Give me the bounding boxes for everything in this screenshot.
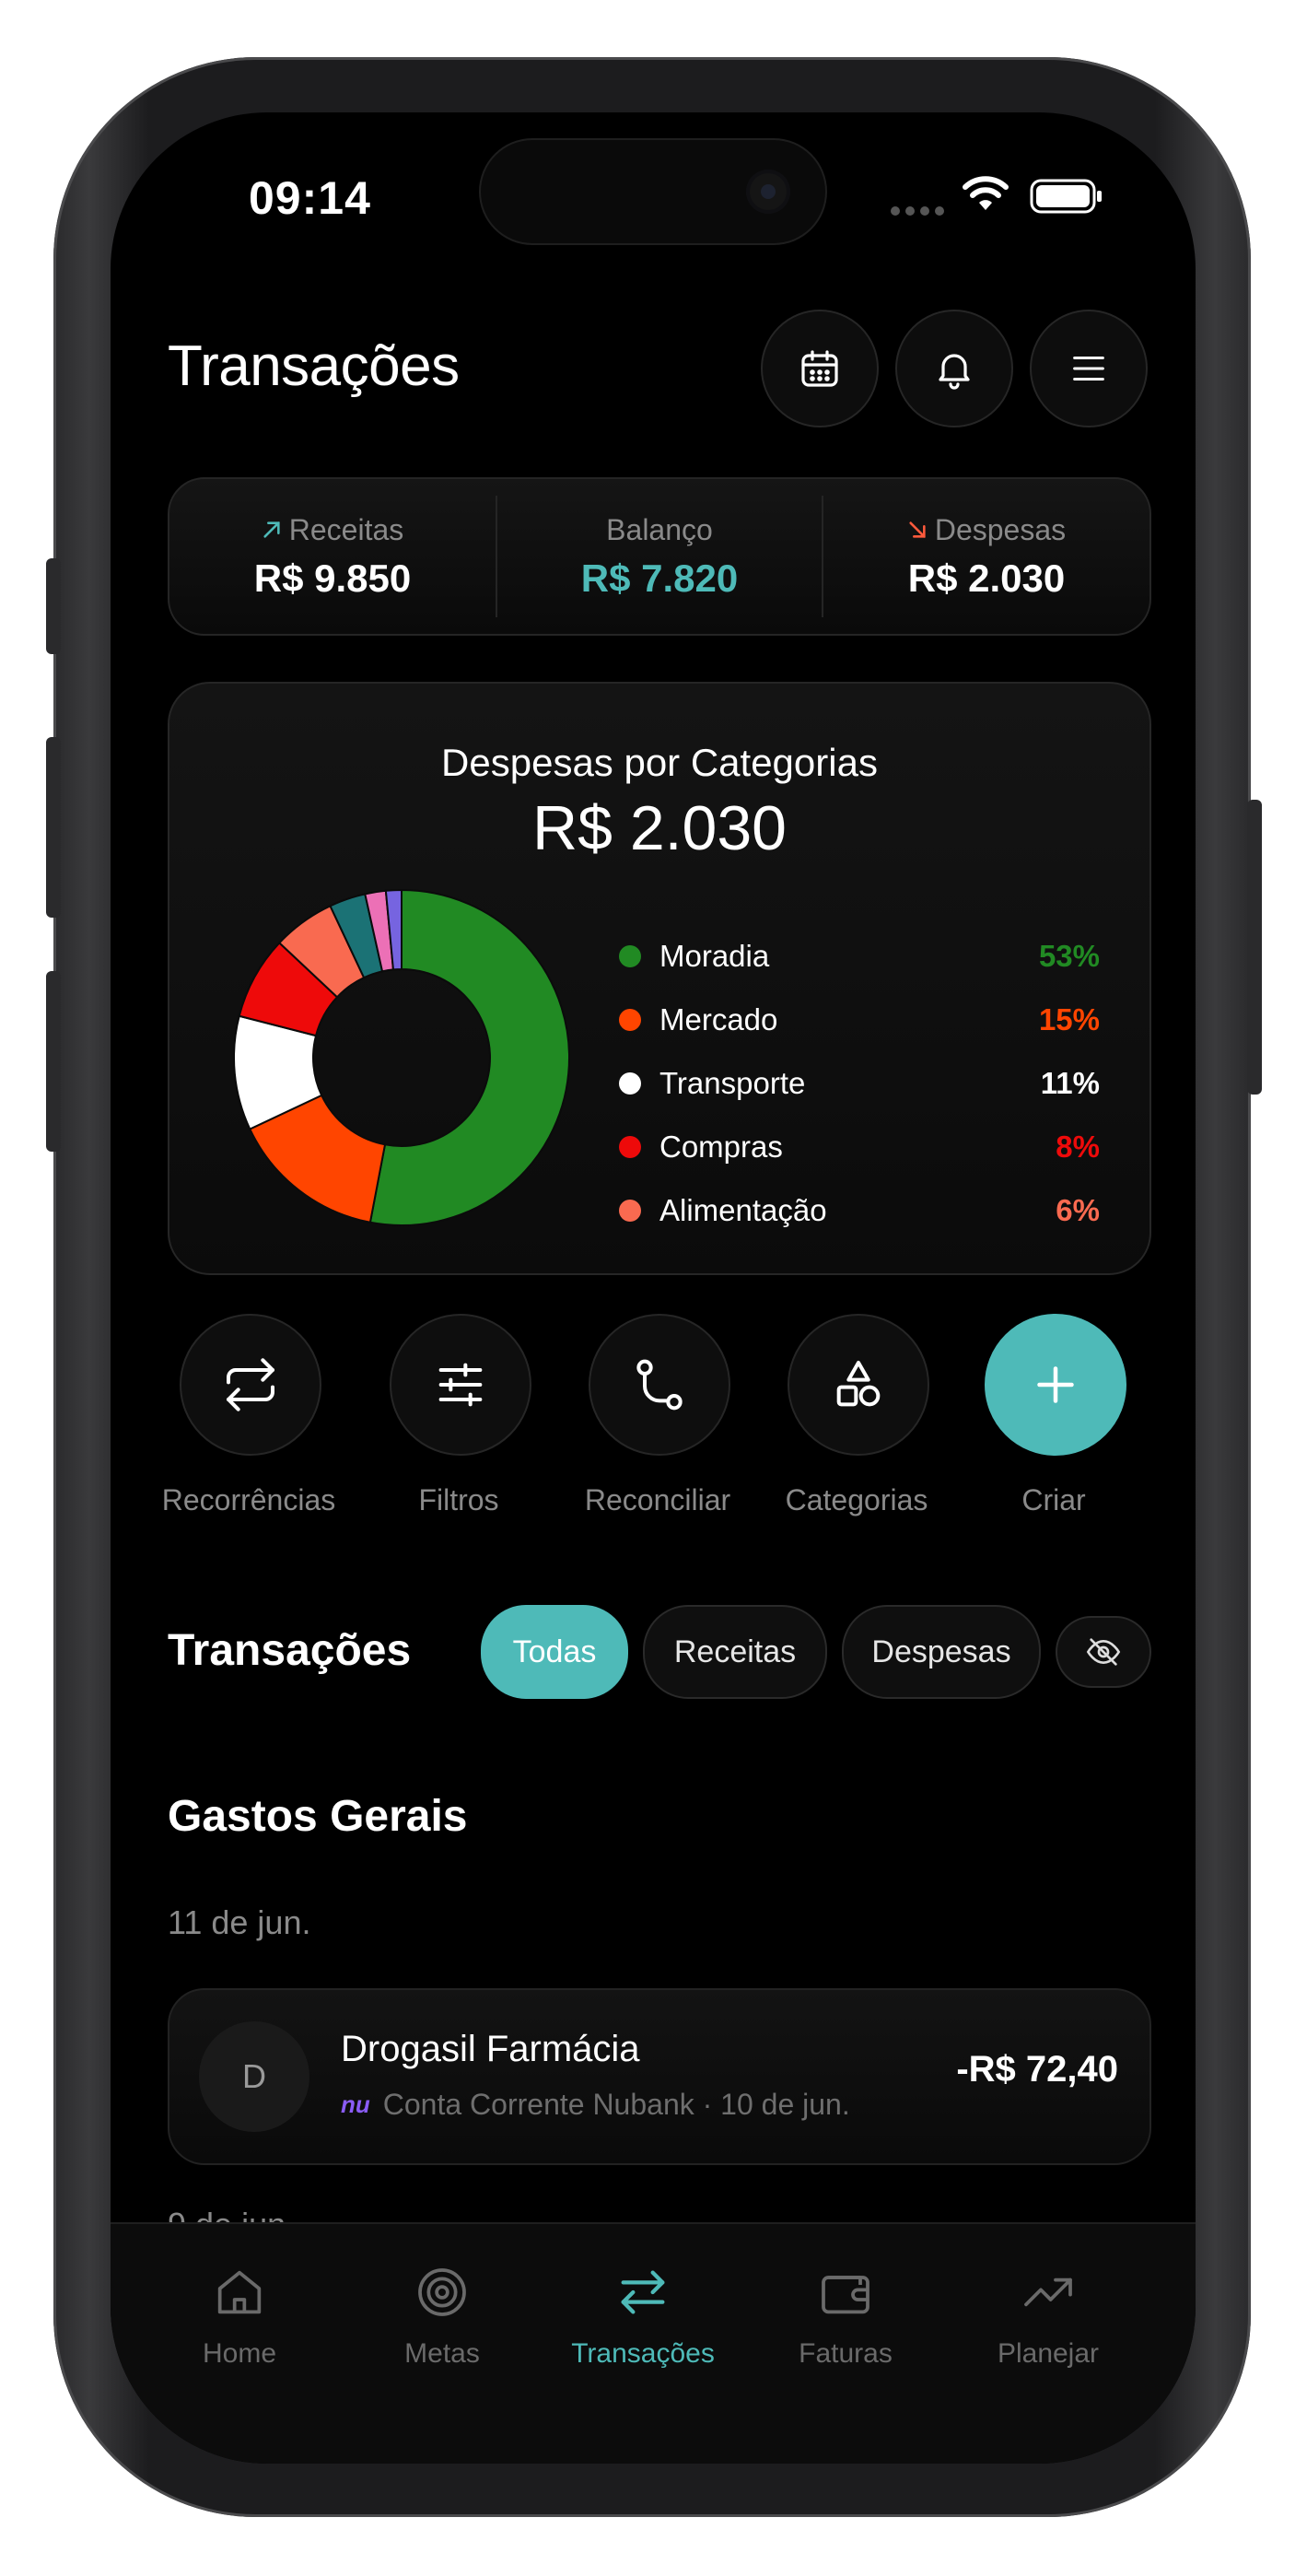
categories-title: Despesas por Categorias bbox=[441, 741, 878, 784]
calendar-button[interactable] bbox=[761, 310, 879, 427]
route-icon bbox=[630, 1355, 689, 1414]
nav-label: Home bbox=[202, 2338, 277, 2369]
legend-item: Mercado 15% bbox=[619, 989, 1100, 1051]
screen: 09:14 Transações Receitas R$ 9.850 Balan… bbox=[111, 112, 1196, 2464]
transaction-account: Conta Corrente Nubank · 10 de jun. bbox=[382, 2088, 850, 2121]
action-label: Categorias bbox=[785, 1483, 928, 1516]
action-shapes-button[interactable] bbox=[788, 1314, 929, 1456]
legend-dot bbox=[619, 1072, 641, 1095]
eye-off-icon bbox=[1086, 1638, 1121, 1666]
volume-up-button bbox=[46, 737, 61, 918]
nav-home[interactable]: Home bbox=[138, 2224, 341, 2408]
nav-label: Planejar bbox=[997, 2338, 1100, 2369]
filter-income-chip[interactable]: Receitas bbox=[643, 1605, 827, 1699]
balance-summary[interactable]: Balanço R$ 7.820 bbox=[497, 479, 822, 634]
expenses-value: R$ 2.030 bbox=[907, 556, 1066, 600]
nav-plan[interactable]: Planejar bbox=[947, 2224, 1149, 2408]
legend-percent: 15% bbox=[1038, 1002, 1100, 1036]
legend-item: Compras 8% bbox=[619, 1116, 1100, 1178]
calendar-icon bbox=[801, 350, 838, 387]
signal-icon bbox=[890, 205, 945, 216]
volume-down-button bbox=[46, 971, 61, 1152]
legend-label: Mercado bbox=[659, 1002, 778, 1036]
arrow-up-right-icon bbox=[263, 521, 280, 538]
legend-dot bbox=[619, 1009, 641, 1031]
repeat-icon bbox=[221, 1355, 280, 1414]
nubank-logo-icon: nu bbox=[341, 2090, 370, 2118]
arrows-icon bbox=[621, 2270, 665, 2314]
nav-label: Faturas bbox=[799, 2338, 893, 2369]
balance-label: Balanço bbox=[606, 512, 713, 546]
action-plus-button[interactable] bbox=[985, 1314, 1126, 1456]
action-repeat-button[interactable] bbox=[180, 1314, 321, 1456]
filter-all-chip[interactable]: Todas bbox=[481, 1605, 628, 1699]
power-button bbox=[1247, 800, 1262, 1095]
group-title: Gastos Gerais bbox=[168, 1792, 468, 1841]
legend-label: Transporte bbox=[659, 1066, 806, 1100]
target-icon bbox=[418, 2268, 466, 2316]
bottom-nav: Home Metas Transações Faturas Planejar bbox=[111, 2222, 1196, 2464]
plus-icon bbox=[1028, 1357, 1083, 1412]
action-label: Reconciliar bbox=[584, 1483, 731, 1516]
home-icon bbox=[217, 2270, 262, 2314]
income-summary[interactable]: Receitas R$ 9.850 bbox=[169, 479, 496, 634]
legend-percent: 6% bbox=[1056, 1193, 1100, 1227]
legend-percent: 53% bbox=[1038, 939, 1100, 973]
legend-percent: 11% bbox=[1040, 1066, 1100, 1100]
action-label: Criar bbox=[1021, 1483, 1086, 1516]
action-label: Filtros bbox=[418, 1483, 499, 1516]
categories-card[interactable]: Despesas por Categorias R$ 2.030 Moradia… bbox=[168, 682, 1151, 1275]
legend-item: Transporte 11% bbox=[619, 1052, 1100, 1115]
battery-icon bbox=[1030, 179, 1103, 218]
filter-expenses-chip[interactable]: Despesas bbox=[842, 1605, 1041, 1699]
arrow-down-right-icon bbox=[909, 521, 926, 538]
legend-dot bbox=[619, 1200, 641, 1222]
income-label: Receitas bbox=[288, 512, 404, 546]
nav-bills[interactable]: Faturas bbox=[744, 2224, 947, 2408]
transaction-amount: -R$ 72,40 bbox=[956, 2049, 1118, 2090]
trending-icon bbox=[1024, 2277, 1072, 2307]
transactions-title: Transações bbox=[168, 1626, 412, 1675]
nav-transactions[interactable]: Transações bbox=[542, 2224, 744, 2408]
legend-item: Alimentação 6% bbox=[619, 1179, 1100, 1242]
categories-total: R$ 2.030 bbox=[532, 793, 787, 863]
nav-label: Metas bbox=[404, 2338, 480, 2369]
donut-chart bbox=[233, 888, 570, 1226]
action-label: Recorrências bbox=[161, 1483, 336, 1516]
shapes-icon bbox=[829, 1355, 888, 1414]
date-label: 11 de jun. bbox=[168, 1903, 311, 1941]
page-title: Transações bbox=[168, 334, 460, 398]
bell-icon bbox=[939, 354, 970, 390]
income-value: R$ 9.850 bbox=[253, 556, 412, 600]
legend-label: Alimentação bbox=[659, 1193, 827, 1227]
expenses-summary[interactable]: Despesas R$ 2.030 bbox=[823, 479, 1149, 634]
balance-value: R$ 7.820 bbox=[580, 556, 739, 600]
legend-dot bbox=[619, 1136, 641, 1158]
wallet-icon bbox=[822, 2276, 869, 2314]
legend-label: Moradia bbox=[659, 939, 770, 973]
transaction-name: Drogasil Farmácia bbox=[341, 2029, 640, 2069]
wifi-icon bbox=[962, 175, 1009, 217]
action-route-button[interactable] bbox=[589, 1314, 730, 1456]
legend-item: Moradia 53% bbox=[619, 925, 1100, 988]
camera-lens bbox=[761, 184, 776, 199]
nav-label: Transações bbox=[571, 2338, 715, 2369]
expenses-label: Despesas bbox=[934, 512, 1067, 546]
menu-button[interactable] bbox=[1030, 310, 1148, 427]
notifications-button[interactable] bbox=[895, 310, 1013, 427]
nav-goals[interactable]: Metas bbox=[341, 2224, 543, 2408]
sliders-icon bbox=[431, 1355, 490, 1414]
hide-values-button[interactable] bbox=[1056, 1616, 1151, 1688]
transaction-card[interactable]: D Drogasil Farmácia nu Conta Corrente Nu… bbox=[168, 1988, 1151, 2165]
hamburger-icon bbox=[1073, 356, 1104, 381]
action-sliders-button[interactable] bbox=[390, 1314, 531, 1456]
action-button bbox=[46, 558, 61, 654]
legend-label: Compras bbox=[659, 1130, 783, 1164]
status-time: 09:14 bbox=[249, 172, 371, 224]
avatar: D bbox=[199, 2021, 309, 2132]
legend-dot bbox=[619, 945, 641, 967]
summary-bar: Receitas R$ 9.850 Balanço R$ 7.820 Despe… bbox=[168, 477, 1151, 636]
legend-percent: 8% bbox=[1056, 1130, 1100, 1164]
